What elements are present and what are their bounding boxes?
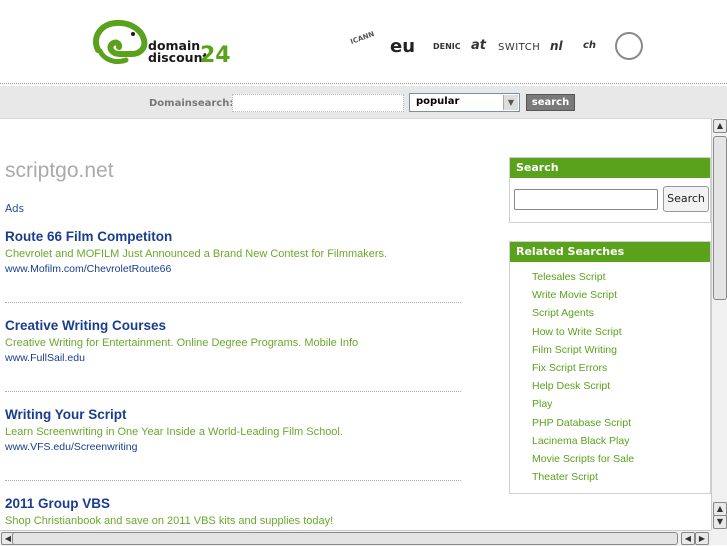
scroll-down-arrow-icon[interactable]: ▲ — [713, 502, 727, 516]
related-searches-panel: Related Searches Telesales Script Write … — [509, 241, 711, 494]
registry-logos: ICANN eu DENIC at SWITCH nl ch — [345, 30, 650, 66]
panel-title-search: Search — [510, 158, 710, 178]
related-search-link[interactable]: Lacinema Black Play — [532, 432, 710, 450]
scrollbar-corner — [711, 530, 727, 545]
ad-divider — [5, 391, 461, 392]
ad-divider — [5, 480, 461, 481]
scroll-down-arrow-icon[interactable]: ▼ — [713, 515, 727, 529]
header-divider — [0, 83, 727, 84]
related-search-link[interactable]: Help Desk Script — [532, 377, 710, 395]
chameleon-icon — [93, 19, 148, 65]
ad-description: Chevrolet and MOFILM Just Announced a Br… — [5, 248, 388, 260]
related-search-link[interactable]: Play — [532, 395, 710, 413]
ad-title[interactable]: Writing Your Script — [5, 407, 465, 422]
related-search-link[interactable]: Film Script Writing — [532, 341, 710, 359]
ad-url[interactable]: www.FullSail.edu — [5, 352, 465, 364]
related-search-link[interactable]: Script Agents — [532, 304, 710, 322]
horizontal-scroll-thumb[interactable] — [12, 532, 678, 545]
panel-title-related: Related Searches — [510, 242, 710, 262]
chevron-down-icon: ▼ — [503, 95, 518, 110]
sidebar-search-button[interactable]: Search — [663, 186, 709, 212]
logo-number: 24 — [200, 43, 231, 68]
related-search-link[interactable]: Theater Script — [532, 468, 710, 486]
domainsearch-label: Domainsearch: — [149, 98, 234, 109]
at-logo: at — [471, 38, 486, 53]
scroll-left-arrow-icon[interactable]: ◀ — [681, 532, 695, 545]
domainsearch-select[interactable]: popular ▼ — [409, 93, 520, 112]
eu-logo: eu — [390, 36, 416, 57]
domainsearch-input[interactable] — [232, 94, 404, 112]
sidebar-search-input[interactable] — [514, 189, 658, 210]
related-search-link[interactable]: PHP Database Script — [532, 414, 710, 432]
nl-logo: nl — [550, 39, 563, 53]
ad-item: Writing Your Script Learn Screenwriting … — [5, 407, 465, 453]
ad-description: Shop Christianbook and save on 2011 VBS … — [5, 515, 334, 527]
ad-item: 2011 Group VBS Shop Christianbook and sa… — [5, 496, 465, 527]
ad-url[interactable]: www.VFS.edu/Screenwriting — [5, 441, 465, 453]
related-search-link[interactable]: Telesales Script — [532, 268, 710, 286]
related-search-link[interactable]: Write Movie Script — [532, 286, 710, 304]
ad-url[interactable]: www.Mofilm.com/ChevroletRoute66 — [5, 263, 465, 275]
ad-description: Learn Screenwriting in One Year Inside a… — [5, 426, 343, 438]
ad-title[interactable]: Creative Writing Courses — [5, 318, 465, 333]
ads-label[interactable]: Ads — [5, 203, 24, 215]
seal-icon — [615, 32, 643, 60]
related-searches-list: Telesales Script Write Movie Script Scri… — [510, 262, 710, 486]
sidebar-search-panel: Search Search — [509, 157, 711, 223]
related-search-link[interactable]: Movie Scripts for Sale — [532, 450, 710, 468]
page-title: scriptgo.net — [5, 159, 114, 182]
horizontal-scrollbar[interactable]: ◀ ◀ ▶ — [0, 530, 711, 546]
ad-item: Creative Writing Courses Creative Writin… — [5, 318, 465, 364]
domainsearch-button[interactable]: search — [526, 94, 575, 111]
related-search-link[interactable]: How to Write Script — [532, 323, 710, 341]
icann-logo: ICANN — [349, 29, 376, 47]
scroll-right-arrow-icon[interactable]: ▶ — [695, 532, 709, 545]
denic-logo: DENIC — [433, 42, 461, 51]
switch-logo: SWITCH — [498, 42, 541, 53]
ad-divider — [5, 302, 461, 303]
ad-title[interactable]: Route 66 Film Competiton — [5, 229, 465, 244]
scroll-up-arrow-icon[interactable]: ▲ — [713, 119, 727, 133]
ch-logo: ch — [583, 40, 597, 51]
vertical-scroll-thumb[interactable] — [713, 136, 727, 300]
ad-description: Creative Writing for Entertainment. Onli… — [5, 337, 359, 349]
ad-title[interactable]: 2011 Group VBS — [5, 496, 465, 511]
select-value: popular — [416, 96, 460, 107]
ad-item: Route 66 Film Competiton Chevrolet and M… — [5, 229, 465, 275]
site-header: domain discount 24 ICANN eu DENIC at SWI… — [0, 0, 727, 84]
domain-search-bar: Domainsearch: popular ▼ search — [0, 86, 727, 119]
related-search-link[interactable]: Fix Script Errors — [532, 359, 710, 377]
vertical-scrollbar[interactable]: ▲ ▲ ▼ — [711, 118, 727, 530]
